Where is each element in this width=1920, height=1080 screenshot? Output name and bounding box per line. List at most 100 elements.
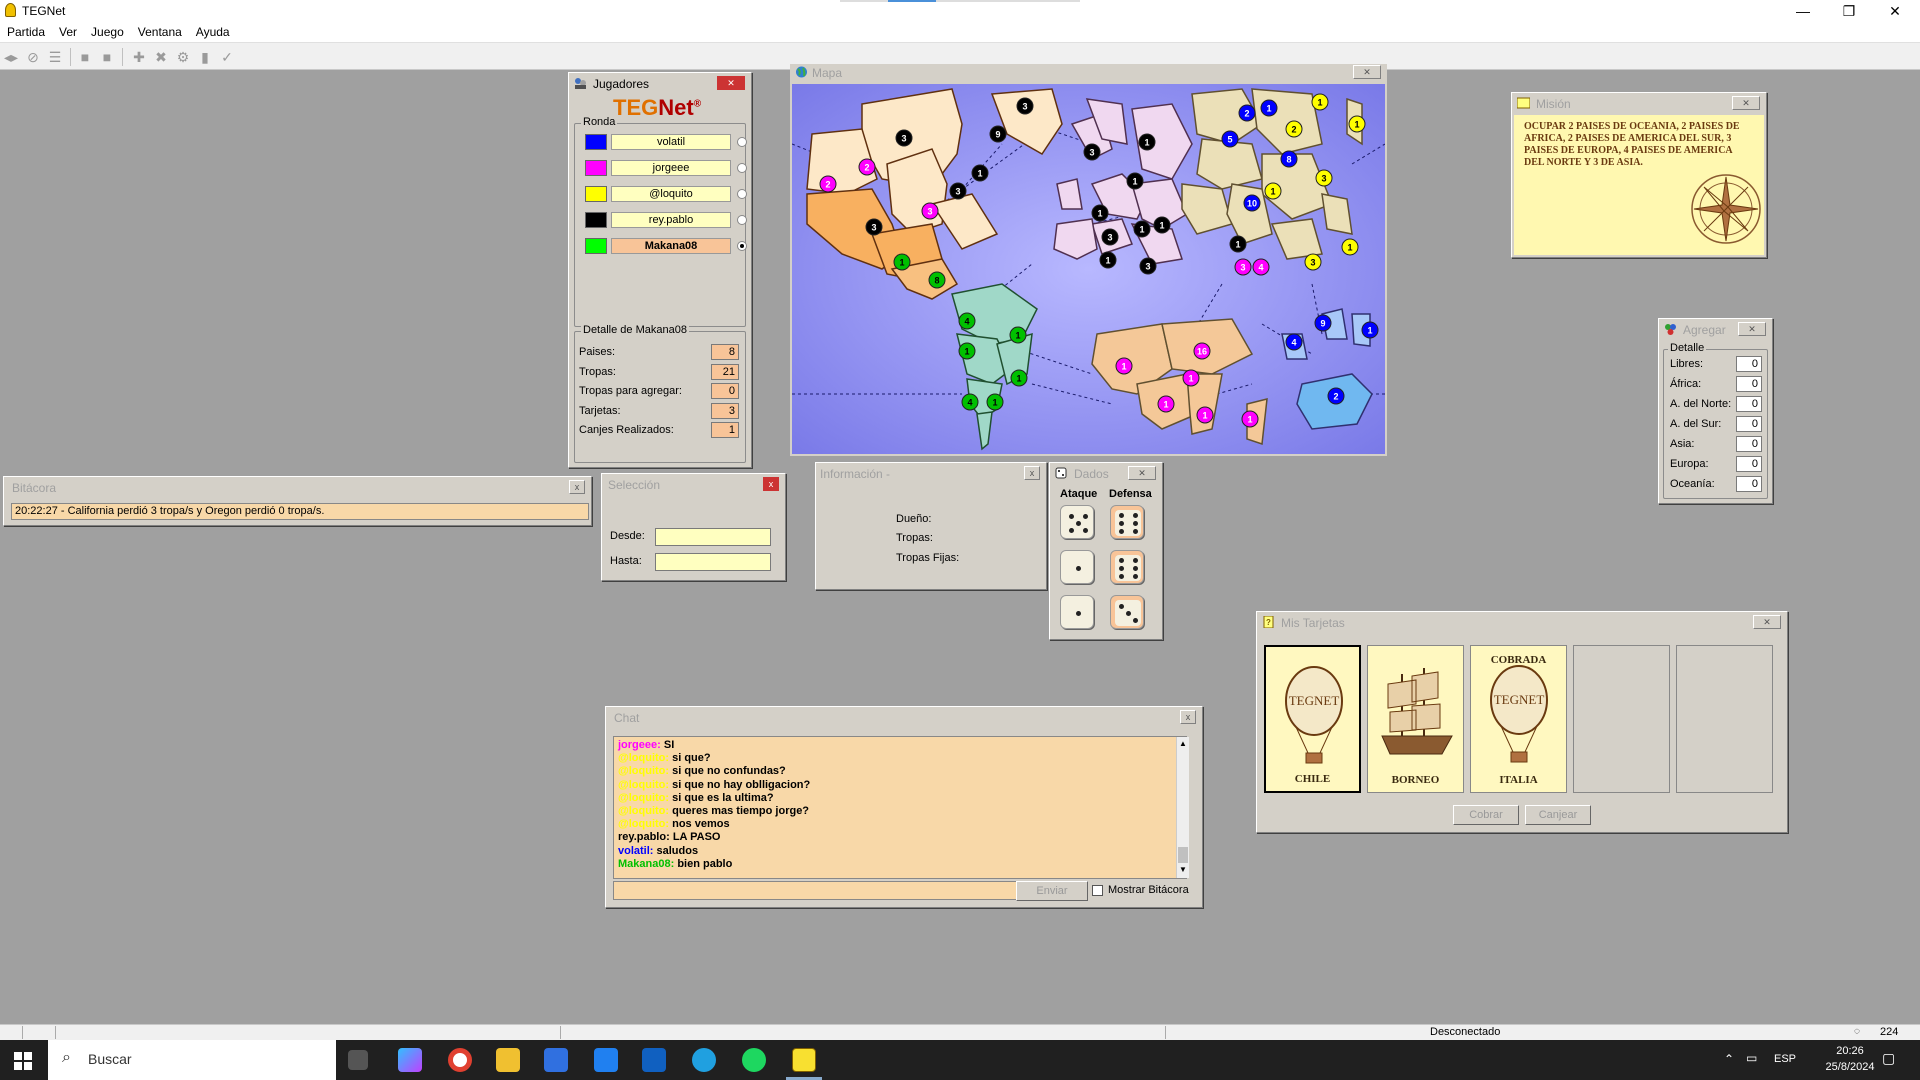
menu-ayuda[interactable]: Ayuda [189,22,237,39]
army-marker[interactable]: 1 [1138,133,1156,151]
army-marker[interactable]: 3 [1139,257,1157,275]
army-marker[interactable]: 1 [986,393,1004,411]
spotify-icon[interactable] [742,1048,766,1072]
army-marker[interactable]: 4 [961,393,979,411]
attack-icon[interactable]: ✖ [152,48,170,66]
player-row[interactable]: rey.pablo [585,212,747,230]
country-card[interactable] [1573,645,1670,793]
add-close-icon[interactable]: ✕ [1738,322,1766,336]
army-marker[interactable]: 2 [1238,104,1256,122]
copilot-icon[interactable] [398,1048,422,1072]
minimize-button[interactable]: — [1780,0,1826,22]
army-marker[interactable]: 3 [1234,258,1252,276]
army-marker[interactable]: 3 [1304,253,1322,271]
army-marker[interactable]: 1 [1264,182,1282,200]
army-marker[interactable]: 1 [1341,238,1359,256]
file-explorer-icon[interactable] [496,1048,520,1072]
army-marker[interactable]: 9 [989,125,1007,143]
player-turn-radio[interactable] [737,241,747,251]
army-marker[interactable]: 3 [949,182,967,200]
to-field[interactable] [655,553,771,571]
army-marker[interactable]: 3 [1101,228,1119,246]
army-marker[interactable]: 1 [971,164,989,182]
army-marker[interactable]: 2 [819,175,837,193]
cards-close-icon[interactable]: ✕ [1753,615,1781,629]
army-marker[interactable]: 9 [1314,314,1332,332]
player-turn-radio[interactable] [737,163,747,173]
army-marker[interactable]: 1 [1241,410,1259,428]
clock-date[interactable]: 25/8/2024 [1820,1061,1880,1073]
disconnect-icon[interactable]: ⊘ [24,48,42,66]
app-icon[interactable] [642,1048,666,1072]
player-turn-radio[interactable] [737,189,747,199]
map-close-icon[interactable]: ✕ [1353,65,1381,79]
menu-ver[interactable]: Ver [52,22,84,39]
army-marker[interactable]: 1 [1099,251,1117,269]
chat-scrollbar[interactable]: ▲ ▼ [1176,737,1189,878]
army-marker[interactable]: 2 [1327,387,1345,405]
language-indicator[interactable]: ESP [1774,1053,1796,1065]
menu-juego[interactable]: Juego [84,22,131,39]
army-marker[interactable]: 2 [1285,120,1303,138]
info-close-icon[interactable]: x [1024,466,1040,480]
regroup-icon[interactable]: ⚙ [174,48,192,66]
army-marker[interactable]: 1 [1311,93,1329,111]
show-log-checkbox[interactable] [1092,885,1103,896]
store-icon[interactable] [544,1048,568,1072]
country-card[interactable]: TEGNET CHILE [1264,645,1361,793]
player-row[interactable]: @loquito [585,186,747,204]
army-marker[interactable]: 3 [1083,143,1101,161]
stop-icon[interactable]: ■ [98,48,116,66]
army-marker[interactable]: 1 [1115,357,1133,375]
player-turn-radio[interactable] [737,137,747,147]
mail-icon[interactable] [594,1048,618,1072]
army-marker[interactable]: 1 [1182,369,1200,387]
from-field[interactable] [655,528,771,546]
army-marker[interactable]: 1 [1010,369,1028,387]
add-icon[interactable]: ✚ [130,48,148,66]
menu-partida[interactable]: Partida [0,22,52,39]
player-row[interactable]: Makana08 [585,238,747,256]
player-turn-radio[interactable] [737,215,747,225]
chrome-icon[interactable] [448,1048,472,1072]
scroll-thumb[interactable] [1178,847,1188,863]
selection-close-icon[interactable]: x [763,477,779,491]
army-marker[interactable]: 3 [865,218,883,236]
army-marker[interactable]: 1 [1229,235,1247,253]
army-marker[interactable]: 1 [893,253,911,271]
army-marker[interactable]: 1 [1091,204,1109,222]
card-icon[interactable]: ▮ [196,48,214,66]
country-card[interactable] [1676,645,1773,793]
maximize-button[interactable]: ❐ [1826,0,1872,22]
exchange-button[interactable]: Canjear [1525,805,1591,825]
collect-button[interactable]: Cobrar [1453,805,1519,825]
army-marker[interactable]: 2 [858,158,876,176]
windows-start-icon[interactable] [14,1052,32,1070]
army-marker[interactable]: 16 [1193,342,1211,360]
player-row[interactable]: jorgeee [585,160,747,178]
send-button[interactable]: Enviar [1016,881,1088,901]
army-marker[interactable]: 1 [1157,395,1175,413]
army-marker[interactable]: 1 [958,342,976,360]
army-marker[interactable]: 1 [1260,99,1278,117]
start-icon[interactable]: ■ [76,48,94,66]
army-marker[interactable]: 5 [1221,130,1239,148]
edge-icon[interactable] [692,1048,716,1072]
players-close-icon[interactable]: ✕ [717,76,745,90]
army-marker[interactable]: 3 [895,129,913,147]
army-marker[interactable]: 3 [1016,97,1034,115]
army-marker[interactable]: 8 [928,271,946,289]
notification-icon[interactable]: ▢ [1882,1050,1895,1067]
map-canvas[interactable]: 3 2 2 1 3 3 3 9 1 8 3 4 1 1 1 4 1 3 1 1 1 1 3 1 1 3 2 1 1 1 5 2 8 3 1 10 1 3 4… [792,84,1385,454]
menu-ventana[interactable]: Ventana [131,22,189,39]
connect-icon[interactable]: ◂▸ [2,48,20,66]
chat-log[interactable]: jorgeee: SI @loquito: si que? @loquito: si… [613,736,1187,879]
dice-close-icon[interactable]: ✕ [1128,466,1156,480]
player-row[interactable]: volatil [585,134,747,152]
army-marker[interactable]: 1 [1361,321,1379,339]
country-card[interactable]: BORNEO [1367,645,1464,793]
clock-time[interactable]: 20:26 [1820,1045,1880,1057]
tegnet-taskbar-icon[interactable] [792,1048,816,1072]
army-marker[interactable]: 1 [1153,216,1171,234]
world-map[interactable]: 3 2 2 1 3 3 3 9 1 8 3 4 1 1 1 4 1 3 1 1 1 1 3 1 1 3 2 1 1 1 5 2 8 3 1 10 1 3 4… [790,82,1387,456]
